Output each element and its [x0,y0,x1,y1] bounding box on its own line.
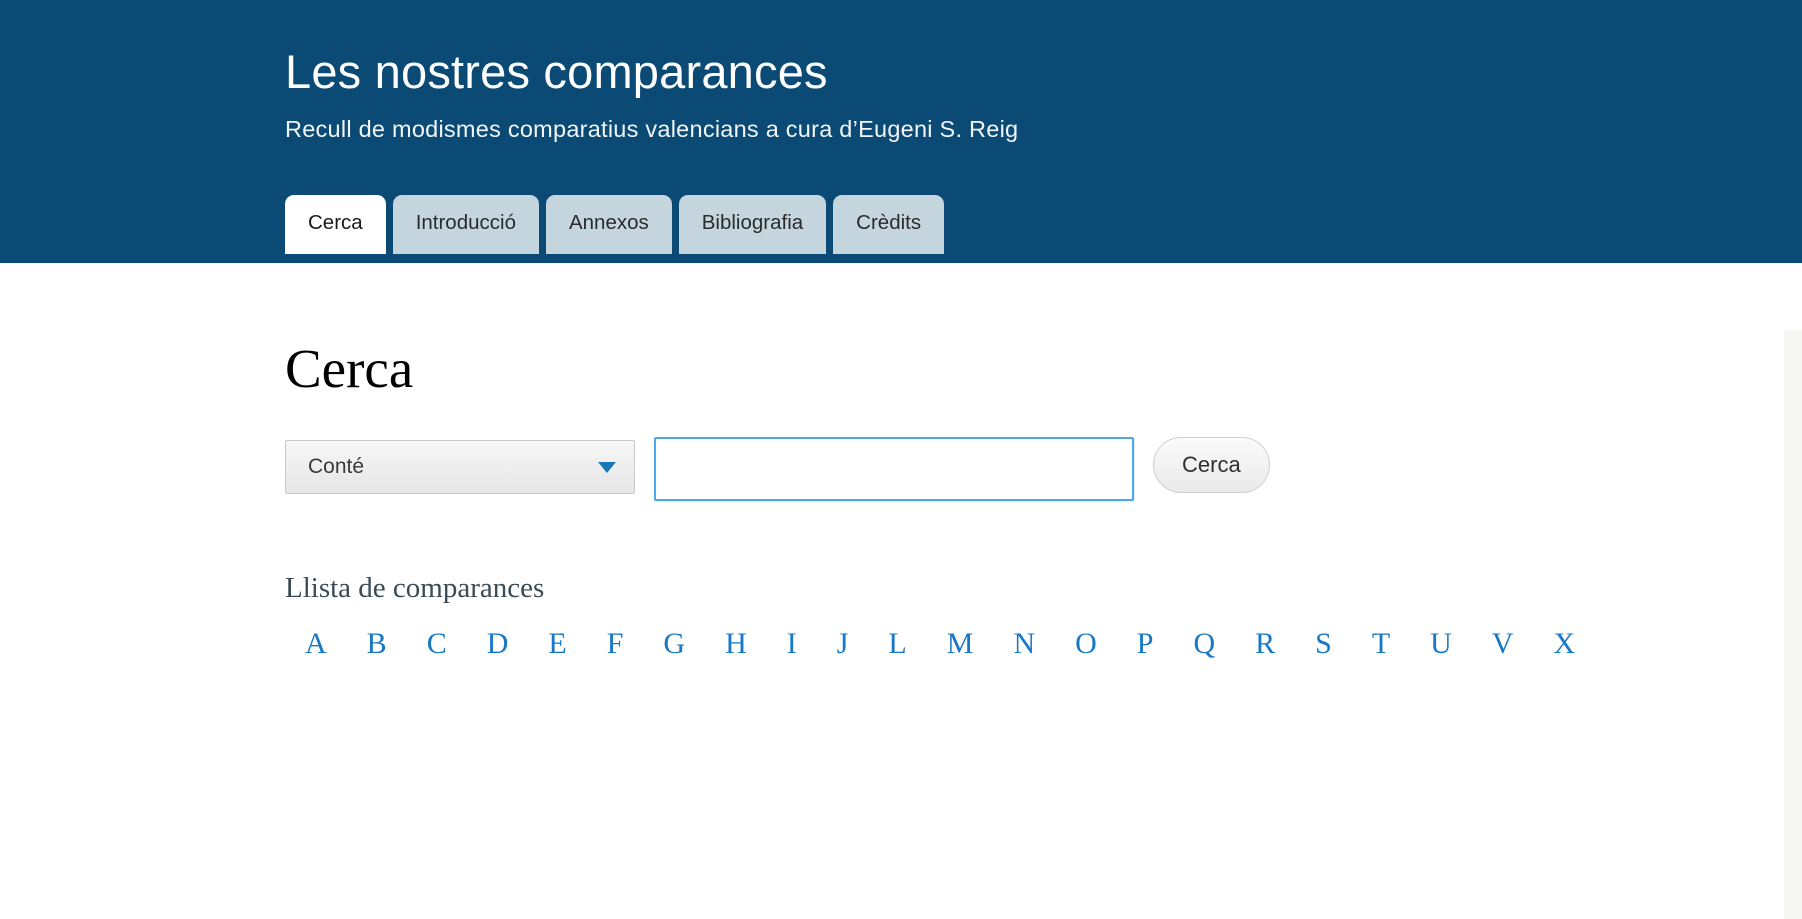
alpha-link-f[interactable]: F [595,629,636,659]
match-mode-select-value: Conté [308,455,365,478]
tab-introduccio[interactable]: Introducció [392,195,539,254]
chevron-down-icon [598,461,616,473]
tab-item-annexos: Annexos [545,195,672,254]
alpha-link-d[interactable]: D [475,629,521,659]
match-mode-select[interactable]: Conté [285,440,635,494]
page-title: Cerca [285,338,414,399]
list-item: J [817,629,869,659]
tab-credits[interactable]: Crèdits [833,195,945,254]
search-input[interactable] [654,437,1134,501]
list-item: S [1295,629,1352,659]
list-item: D [467,629,529,659]
match-mode-select-wrapper: Conté [285,440,635,494]
tab-item-cerca: Cerca [285,195,386,254]
search-form: Conté Cerca [285,437,1685,501]
tab-item-introduccio: Introducció [392,195,539,254]
primary-nav-tabs: Cerca Introducció Annexos Bibliografia C… [285,195,945,254]
site-title: Les nostres comparances [285,45,828,98]
alpha-link-m[interactable]: M [935,629,986,659]
alpha-link-i[interactable]: I [775,629,809,659]
alpha-link-p[interactable]: P [1125,629,1166,659]
list-item: V [1472,629,1534,659]
list-item: T [1352,629,1410,659]
alpha-link-j[interactable]: J [825,629,861,659]
list-item: A [285,629,347,659]
tab-annexos[interactable]: Annexos [545,195,672,254]
alpha-link-h[interactable]: H [713,629,759,659]
list-item: E [528,629,586,659]
alpha-link-v[interactable]: V [1480,629,1526,659]
alpha-link-n[interactable]: N [1001,629,1047,659]
list-item: I [767,629,817,659]
alpha-link-u[interactable]: U [1418,629,1464,659]
list-item: Q [1173,629,1235,659]
tab-item-credits: Crèdits [833,195,945,254]
page-root: Les nostres comparances Recull de modism… [0,0,1802,919]
list-item: H [705,629,767,659]
alpha-link-x[interactable]: X [1542,629,1588,659]
alpha-link-t[interactable]: T [1360,629,1402,659]
list-item: U [1410,629,1472,659]
site-subtitle: Recull de modismes comparatius valencian… [285,115,1019,142]
alpha-link-c[interactable]: C [415,629,459,659]
header-inner: Les nostres comparances Recull de modism… [285,0,1585,143]
list-item: P [1117,629,1174,659]
main-content: Cerca Conté Cerca Llista de comparances … [285,263,1685,659]
tab-cerca[interactable]: Cerca [285,195,386,254]
search-submit-button[interactable]: Cerca [1153,437,1270,493]
tab-item-bibliografia: Bibliografia [678,195,827,254]
list-item: R [1235,629,1295,659]
alpha-link-e[interactable]: E [536,629,578,659]
list-item: L [868,629,926,659]
list-item: X [1534,629,1596,659]
vertical-scrollbar[interactable] [1784,330,1802,919]
list-item: M [927,629,994,659]
alpha-link-b[interactable]: B [355,629,399,659]
alpha-link-o[interactable]: O [1063,629,1109,659]
site-header: Les nostres comparances Recull de modism… [0,0,1802,263]
alpha-link-q[interactable]: Q [1181,629,1227,659]
tab-bibliografia[interactable]: Bibliografia [678,195,827,254]
list-item: N [993,629,1055,659]
alpha-link-r[interactable]: R [1243,629,1287,659]
alpha-link-s[interactable]: S [1303,629,1344,659]
list-item: F [587,629,644,659]
comparances-list-title: Llista de comparances [285,572,545,604]
list-item: G [643,629,705,659]
list-item: C [407,629,467,659]
alpha-link-a[interactable]: A [293,629,339,659]
list-item: B [347,629,407,659]
list-item: O [1055,629,1117,659]
alpha-link-g[interactable]: G [651,629,697,659]
alpha-link-l[interactable]: L [876,629,918,659]
alphabet-index-nav: A B C D E F G H I J L M N O P Q R S T U … [285,603,1685,659]
